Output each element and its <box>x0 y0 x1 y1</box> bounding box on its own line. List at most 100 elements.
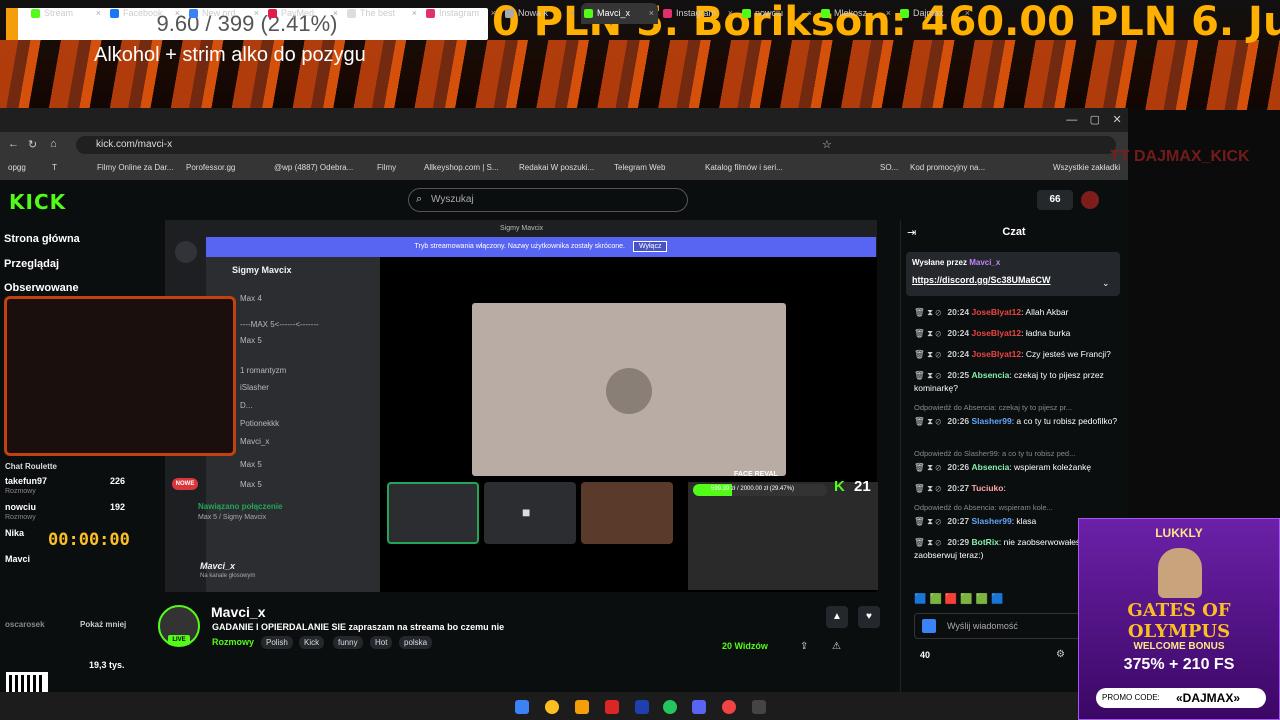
chat-username[interactable]: JoseBlyat12 <box>972 328 1022 338</box>
bookmark-item[interactable]: opgg <box>8 163 26 172</box>
tab-close-icon[interactable]: × <box>807 3 812 24</box>
stream-tag[interactable]: Hot <box>370 636 393 649</box>
windows-start-icon[interactable] <box>515 700 529 714</box>
tab-close-icon[interactable]: × <box>886 3 891 24</box>
browser-tab[interactable]: Mlekosz × <box>818 3 895 24</box>
browser-tab[interactable]: New ord × <box>186 3 263 24</box>
kick-logo[interactable]: KICK <box>9 190 66 214</box>
browser-tab[interactable]: Dajmax × <box>897 3 974 24</box>
bookmark-item[interactable]: Kod promocyjny na... <box>910 163 985 172</box>
chevron-down-icon[interactable]: ⌄ <box>1102 278 1110 289</box>
file-explorer-icon[interactable] <box>575 700 589 714</box>
discord-channel[interactable]: ----MAX 5<------<------- <box>240 320 319 329</box>
stream-tag[interactable]: funny <box>333 636 363 649</box>
chat-username[interactable]: Slasher99 <box>972 516 1012 526</box>
follow-heart-icon[interactable]: ♥ <box>858 606 880 628</box>
bookmark-item[interactable]: Telegram Web <box>614 163 665 172</box>
sidebar-channel-name[interactable]: Mavci <box>5 554 30 564</box>
tab-close-icon[interactable]: × <box>649 3 654 24</box>
spotify-icon[interactable] <box>663 700 677 714</box>
notification-bell-icon[interactable]: ▲ <box>826 606 848 628</box>
discord-channel[interactable]: Potionekkk <box>240 419 279 428</box>
search-input[interactable]: Wyszukaj <box>408 188 688 212</box>
sidebar-channel-name[interactable]: takefun97 <box>5 476 47 486</box>
browser-tab[interactable]: Nowa k × <box>502 3 579 24</box>
user-avatar[interactable] <box>1081 191 1099 209</box>
reload-icon[interactable]: ↻ <box>28 138 37 151</box>
chat-username[interactable]: JoseBlyat12 <box>972 349 1022 359</box>
bookmark-item[interactable]: @wp (4887) Odebra... <box>274 163 353 172</box>
tab-close-icon[interactable]: × <box>728 3 733 24</box>
chat-username[interactable]: Absencia <box>972 462 1010 472</box>
nav-following[interactable]: Obserwowane <box>4 282 79 294</box>
bookmark-item[interactable]: Filmy <box>377 163 396 172</box>
camera-tile[interactable]: ■ <box>484 482 576 544</box>
stream-tag[interactable]: polska <box>399 636 433 649</box>
bookmark-star-icon[interactable]: ☆ <box>822 138 832 151</box>
sidebar-channel-name[interactable]: Nika <box>5 528 24 538</box>
mod-tools-icon[interactable]: 🗑 ⧗ ⊘ <box>914 516 943 526</box>
browser-tab[interactable]: Instagram × <box>423 3 500 24</box>
discord-icon[interactable] <box>692 700 706 714</box>
discord-channel[interactable]: Max 5 <box>240 480 262 489</box>
minimize-icon[interactable]: — <box>1066 108 1077 132</box>
discord-server-name[interactable]: Sigmy Mavcix <box>232 265 292 275</box>
mod-tools-icon[interactable]: 🗑 ⧗ ⊘ <box>914 416 943 426</box>
share-icon[interactable]: ⇪ <box>800 641 808 652</box>
mod-tools-icon[interactable]: 🗑 ⧗ ⊘ <box>914 537 943 547</box>
bookmark-item[interactable]: Allkeyshop.com | S... <box>424 163 499 172</box>
tab-close-icon[interactable]: × <box>175 3 180 24</box>
browser-tab[interactable]: Facebook × <box>107 3 184 24</box>
nav-home[interactable]: Strona główna <box>4 233 80 245</box>
browser-tab[interactable]: nowciu × <box>739 3 816 24</box>
maximize-icon[interactable]: ▢ <box>1090 108 1100 132</box>
discord-channel[interactable]: 1 romantyzm <box>240 366 286 375</box>
discord-channel[interactable]: Mavci_x <box>240 437 269 446</box>
tab-close-icon[interactable]: × <box>254 3 259 24</box>
bookmark-item[interactable]: SO... <box>880 163 898 172</box>
mod-tools-icon[interactable]: 🗑 ⧗ ⊘ <box>914 370 943 380</box>
streamer-name[interactable]: Mavci_x <box>211 604 265 620</box>
chat-username[interactable]: BotRix <box>972 537 999 547</box>
tab-close-icon[interactable]: × <box>412 3 417 24</box>
browser-tab[interactable]: Stream × <box>28 3 105 24</box>
chat-username[interactable]: JoseBlyat12 <box>972 307 1022 317</box>
mod-tools-icon[interactable]: 🗑 ⧗ ⊘ <box>914 307 943 317</box>
discord-channel[interactable]: Max 4 <box>240 294 262 303</box>
sidebar-channel-name[interactable]: nowciu <box>5 502 36 512</box>
back-icon[interactable]: ← <box>8 138 19 150</box>
kicks-balance[interactable]: 66 <box>1037 190 1073 210</box>
close-icon[interactable]: ✕ <box>1113 108 1122 132</box>
discord-home-icon[interactable] <box>175 241 197 263</box>
stream-tag[interactable]: Kick <box>299 636 325 649</box>
bookmark-item[interactable]: Katalog filmów i seri... <box>705 163 783 172</box>
bookmark-item[interactable]: Redakai W poszuki... <box>519 163 594 172</box>
tab-close-icon[interactable]: × <box>333 3 338 24</box>
chrome-icon[interactable] <box>545 700 559 714</box>
report-icon[interactable]: ⚠ <box>832 641 841 652</box>
stream-category[interactable]: Rozmowy <box>212 637 254 647</box>
discord-channel[interactable]: D... <box>240 401 252 410</box>
chat-settings-icon[interactable]: ⚙ <box>1056 649 1065 660</box>
tab-close-icon[interactable]: × <box>570 3 575 24</box>
browser-tab[interactable]: PayMed × <box>265 3 342 24</box>
home-icon[interactable]: ⌂ <box>50 138 57 150</box>
emote-bar[interactable]: 🟦🟩🟥🟩🟩🟦 <box>914 594 1007 605</box>
pinned-link[interactable]: https://discord.gg/Sc38UMa6CW <box>912 275 1051 285</box>
steam-icon[interactable] <box>635 700 649 714</box>
tab-close-icon[interactable]: × <box>96 3 101 24</box>
mod-tools-icon[interactable]: 🗑 ⧗ ⊘ <box>914 462 943 472</box>
browser-tab[interactable]: The best × <box>344 3 421 24</box>
tab-close-icon[interactable]: × <box>491 3 496 24</box>
mod-tools-icon[interactable]: 🗑 ⧗ ⊘ <box>914 483 943 493</box>
participant-tile[interactable] <box>387 482 479 544</box>
discord-channel[interactable]: iSlasher <box>240 383 269 392</box>
app-icon[interactable] <box>752 700 766 714</box>
disable-button[interactable]: Wyłącz <box>632 241 668 252</box>
stream-tag[interactable]: Polish <box>261 636 293 649</box>
show-less-link[interactable]: Pokaż mniej <box>80 620 126 629</box>
bookmark-item[interactable]: Porofessor.gg <box>186 163 235 172</box>
discord-channel[interactable]: Max 5 <box>240 460 262 469</box>
mod-tools-icon[interactable]: 🗑 ⧗ ⊘ <box>914 328 943 338</box>
obs-icon[interactable] <box>722 700 736 714</box>
